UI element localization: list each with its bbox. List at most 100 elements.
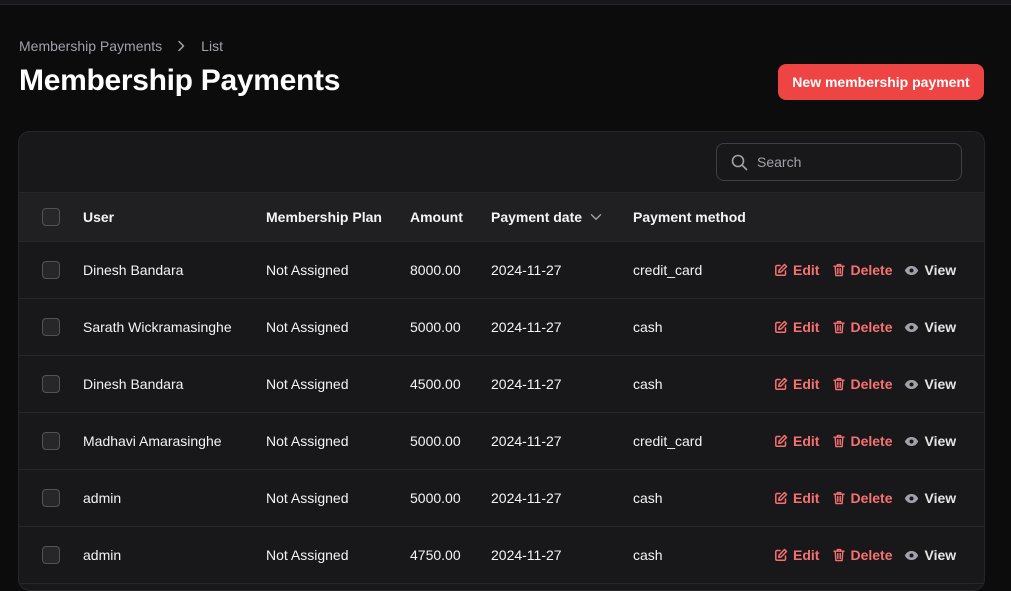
eye-icon bbox=[904, 550, 919, 561]
search-input[interactable] bbox=[757, 154, 947, 170]
row-actions: Edit Delete View bbox=[774, 299, 956, 355]
table-row: Sarath Wickramasinghe Not Assigned 5000.… bbox=[19, 299, 984, 356]
pencil-square-icon bbox=[774, 263, 788, 277]
search-box[interactable] bbox=[716, 143, 962, 181]
cell-payment-date: 2024-11-27 bbox=[491, 490, 562, 506]
table-row: Madhavi Amarasinghe Not Assigned 5000.00… bbox=[19, 413, 984, 470]
column-header-membership-plan[interactable]: Membership Plan bbox=[266, 193, 382, 241]
table-header-row: User Membership Plan Amount Payment date… bbox=[19, 193, 984, 242]
column-header-user[interactable]: User bbox=[83, 193, 114, 241]
view-label: View bbox=[924, 547, 957, 563]
chevron-down-icon bbox=[590, 213, 602, 221]
delete-action[interactable]: Delete bbox=[833, 547, 892, 563]
breadcrumb-current: List bbox=[201, 38, 223, 54]
delete-label: Delete bbox=[850, 547, 893, 563]
new-membership-payment-button[interactable]: New membership payment bbox=[778, 64, 984, 100]
row-checkbox[interactable] bbox=[42, 432, 60, 450]
column-header-amount[interactable]: Amount bbox=[410, 193, 463, 241]
cell-membership-plan: Not Assigned bbox=[266, 319, 349, 335]
row-checkbox[interactable] bbox=[42, 375, 60, 393]
row-actions: Edit Delete View bbox=[774, 356, 956, 412]
table-body: Dinesh Bandara Not Assigned 8000.00 2024… bbox=[19, 242, 984, 584]
delete-label: Delete bbox=[850, 319, 893, 335]
cell-membership-plan: Not Assigned bbox=[266, 376, 349, 392]
breadcrumb: Membership Payments List bbox=[19, 38, 223, 54]
view-label: View bbox=[924, 262, 957, 278]
trash-icon bbox=[833, 377, 846, 391]
cell-amount: 4500.00 bbox=[410, 376, 461, 392]
eye-icon bbox=[904, 265, 919, 276]
cell-user: admin bbox=[83, 547, 122, 563]
cell-payment-method: cash bbox=[633, 376, 663, 392]
row-actions: Edit Delete View bbox=[774, 470, 956, 526]
cell-user: admin bbox=[83, 490, 122, 506]
edit-action[interactable]: Edit bbox=[774, 490, 819, 506]
delete-action[interactable]: Delete bbox=[833, 319, 892, 335]
row-checkbox[interactable] bbox=[42, 489, 60, 507]
cell-user: Dinesh Bandara bbox=[83, 262, 184, 278]
trash-icon bbox=[833, 263, 846, 277]
row-actions: Edit Delete View bbox=[774, 242, 956, 298]
view-action[interactable]: View bbox=[904, 490, 956, 506]
cell-payment-date: 2024-11-27 bbox=[491, 547, 562, 563]
top-bar bbox=[0, 0, 1011, 5]
row-checkbox[interactable] bbox=[42, 318, 60, 336]
column-header-payment-date-label: Payment date bbox=[491, 209, 583, 225]
pencil-square-icon bbox=[774, 491, 788, 505]
delete-action[interactable]: Delete bbox=[833, 262, 892, 278]
eye-icon bbox=[904, 493, 919, 504]
trash-icon bbox=[833, 491, 846, 505]
delete-action[interactable]: Delete bbox=[833, 376, 892, 392]
row-checkbox[interactable] bbox=[42, 546, 60, 564]
view-label: View bbox=[924, 490, 957, 506]
trash-icon bbox=[833, 320, 846, 334]
cell-membership-plan: Not Assigned bbox=[266, 547, 349, 563]
delete-label: Delete bbox=[850, 433, 893, 449]
view-label: View bbox=[924, 376, 957, 392]
table-row: Dinesh Bandara Not Assigned 4500.00 2024… bbox=[19, 356, 984, 413]
view-action[interactable]: View bbox=[904, 376, 956, 392]
breadcrumb-parent-link[interactable]: Membership Payments bbox=[19, 38, 162, 54]
view-action[interactable]: View bbox=[904, 262, 956, 278]
cell-payment-date: 2024-11-27 bbox=[491, 262, 562, 278]
delete-label: Delete bbox=[850, 376, 893, 392]
row-checkbox[interactable] bbox=[42, 261, 60, 279]
view-action[interactable]: View bbox=[904, 433, 956, 449]
view-label: View bbox=[924, 433, 957, 449]
column-header-payment-date[interactable]: Payment date bbox=[491, 193, 602, 241]
payments-table-panel: User Membership Plan Amount Payment date… bbox=[18, 131, 985, 591]
edit-action[interactable]: Edit bbox=[774, 547, 819, 563]
row-actions: Edit Delete View bbox=[774, 527, 956, 583]
eye-icon bbox=[904, 322, 919, 333]
cell-user: Dinesh Bandara bbox=[83, 376, 184, 392]
table-toolbar bbox=[19, 132, 984, 193]
table-row: Dinesh Bandara Not Assigned 8000.00 2024… bbox=[19, 242, 984, 299]
cell-payment-method: credit_card bbox=[633, 433, 703, 449]
cell-payment-date: 2024-11-27 bbox=[491, 376, 562, 392]
edit-label: Edit bbox=[793, 433, 820, 449]
eye-icon bbox=[904, 379, 919, 390]
pencil-square-icon bbox=[774, 434, 788, 448]
row-actions: Edit Delete View bbox=[774, 413, 956, 469]
delete-action[interactable]: Delete bbox=[833, 490, 892, 506]
edit-label: Edit bbox=[793, 319, 820, 335]
edit-action[interactable]: Edit bbox=[774, 376, 819, 392]
search-icon bbox=[731, 154, 748, 171]
pencil-square-icon bbox=[774, 548, 788, 562]
edit-action[interactable]: Edit bbox=[774, 262, 819, 278]
delete-action[interactable]: Delete bbox=[833, 433, 892, 449]
select-all-checkbox[interactable] bbox=[42, 208, 60, 226]
view-action[interactable]: View bbox=[904, 319, 956, 335]
cell-user: Madhavi Amarasinghe bbox=[83, 433, 222, 449]
page-title: Membership Payments bbox=[19, 64, 341, 97]
edit-action[interactable]: Edit bbox=[774, 319, 819, 335]
pencil-square-icon bbox=[774, 320, 788, 334]
cell-payment-date: 2024-11-27 bbox=[491, 433, 562, 449]
cell-amount: 5000.00 bbox=[410, 433, 461, 449]
edit-action[interactable]: Edit bbox=[774, 433, 819, 449]
pencil-square-icon bbox=[774, 377, 788, 391]
column-header-payment-method[interactable]: Payment method bbox=[633, 193, 746, 241]
edit-label: Edit bbox=[793, 376, 820, 392]
view-action[interactable]: View bbox=[904, 547, 956, 563]
cell-payment-method: cash bbox=[633, 319, 663, 335]
